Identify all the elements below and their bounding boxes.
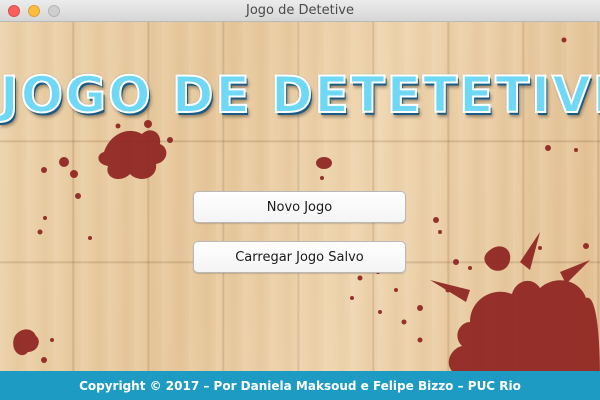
window-titlebar: Jogo de Detetive: [0, 0, 600, 22]
copyright-text: Copyright © 2017 – Por Daniela Maksoud e…: [79, 378, 521, 393]
window-title: Jogo de Detetive: [245, 3, 354, 18]
footer-bar: Copyright © 2017 – Por Daniela Maksoud e…: [0, 371, 600, 400]
wood-background: JOGO DE DETETETIVE Novo Jogo Carregar Jo…: [0, 22, 600, 371]
load-saved-game-button[interactable]: Carregar Jogo Salvo: [193, 241, 406, 273]
new-game-button[interactable]: Novo Jogo: [193, 191, 406, 223]
game-title: JOGO DE DETETETIVE: [0, 65, 600, 125]
